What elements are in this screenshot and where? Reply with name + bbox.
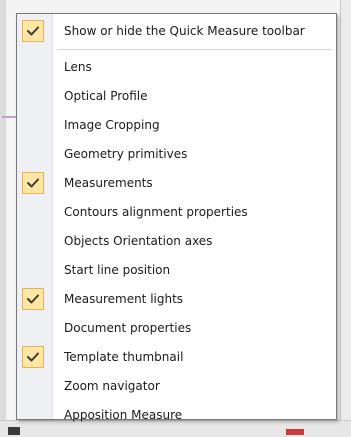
menu-item-label: Image Cropping xyxy=(64,118,160,132)
menu-item-geometry-primitives[interactable]: Geometry primitives xyxy=(17,140,336,169)
menu-item-label: Template thumbnail xyxy=(64,350,184,364)
menu-item-optical-profile[interactable]: Optical Profile xyxy=(17,82,336,111)
menu-item-lens[interactable]: Lens xyxy=(17,53,336,82)
menu-item-label: Measurement lights xyxy=(64,292,184,306)
toolbar-visibility-context-menu: Show or hide the Quick Measure toolbar L… xyxy=(16,13,337,422)
menu-item-label: Objects Orientation axes xyxy=(64,234,213,248)
checkmark-icon xyxy=(22,172,44,194)
background-left-edge xyxy=(0,0,6,437)
menu-item-label: Geometry primitives xyxy=(64,147,188,161)
menu-item-label: Document properties xyxy=(64,321,192,335)
checkmark-icon xyxy=(22,288,44,310)
menu-item-apposition-measure[interactable]: Apposition Measure xyxy=(17,401,336,430)
menu-item-label: Apposition Measure xyxy=(64,408,183,422)
menu-items: Show or hide the Quick Measure toolbar L… xyxy=(17,17,336,430)
background-right-panel xyxy=(340,0,351,437)
menu-item-measurement-lights[interactable]: Measurement lights xyxy=(17,285,336,314)
menu-item-label: Optical Profile xyxy=(64,89,148,103)
menu-item-measurements[interactable]: Measurements xyxy=(17,169,336,198)
menu-item-objects-orientation-axes[interactable]: Objects Orientation axes xyxy=(17,227,336,256)
menu-item-label: Show or hide the Quick Measure toolbar xyxy=(64,24,305,38)
menu-item-label: Lens xyxy=(64,60,92,74)
checkmark-icon xyxy=(22,346,44,368)
app-background: Show or hide the Quick Measure toolbar L… xyxy=(0,0,351,437)
menu-item-label: Measurements xyxy=(64,176,153,190)
menu-item-document-properties[interactable]: Document properties xyxy=(17,314,336,343)
menu-item-quick-measure-toolbar[interactable]: Show or hide the Quick Measure toolbar xyxy=(17,17,336,46)
menu-item-label: Start line position xyxy=(64,263,171,277)
background-marker xyxy=(2,116,16,118)
menu-item-image-cropping[interactable]: Image Cropping xyxy=(17,111,336,140)
menu-item-template-thumbnail[interactable]: Template thumbnail xyxy=(17,343,336,372)
menu-item-zoom-navigator[interactable]: Zoom navigator xyxy=(17,372,336,401)
checkmark-icon xyxy=(22,20,44,42)
menu-item-label: Contours alignment properties xyxy=(64,205,248,219)
menu-separator xyxy=(57,49,332,50)
menu-item-start-line-position[interactable]: Start line position xyxy=(17,256,336,285)
menu-item-label: Zoom navigator xyxy=(64,379,160,393)
menu-item-contours-alignment-properties[interactable]: Contours alignment properties xyxy=(17,198,336,227)
